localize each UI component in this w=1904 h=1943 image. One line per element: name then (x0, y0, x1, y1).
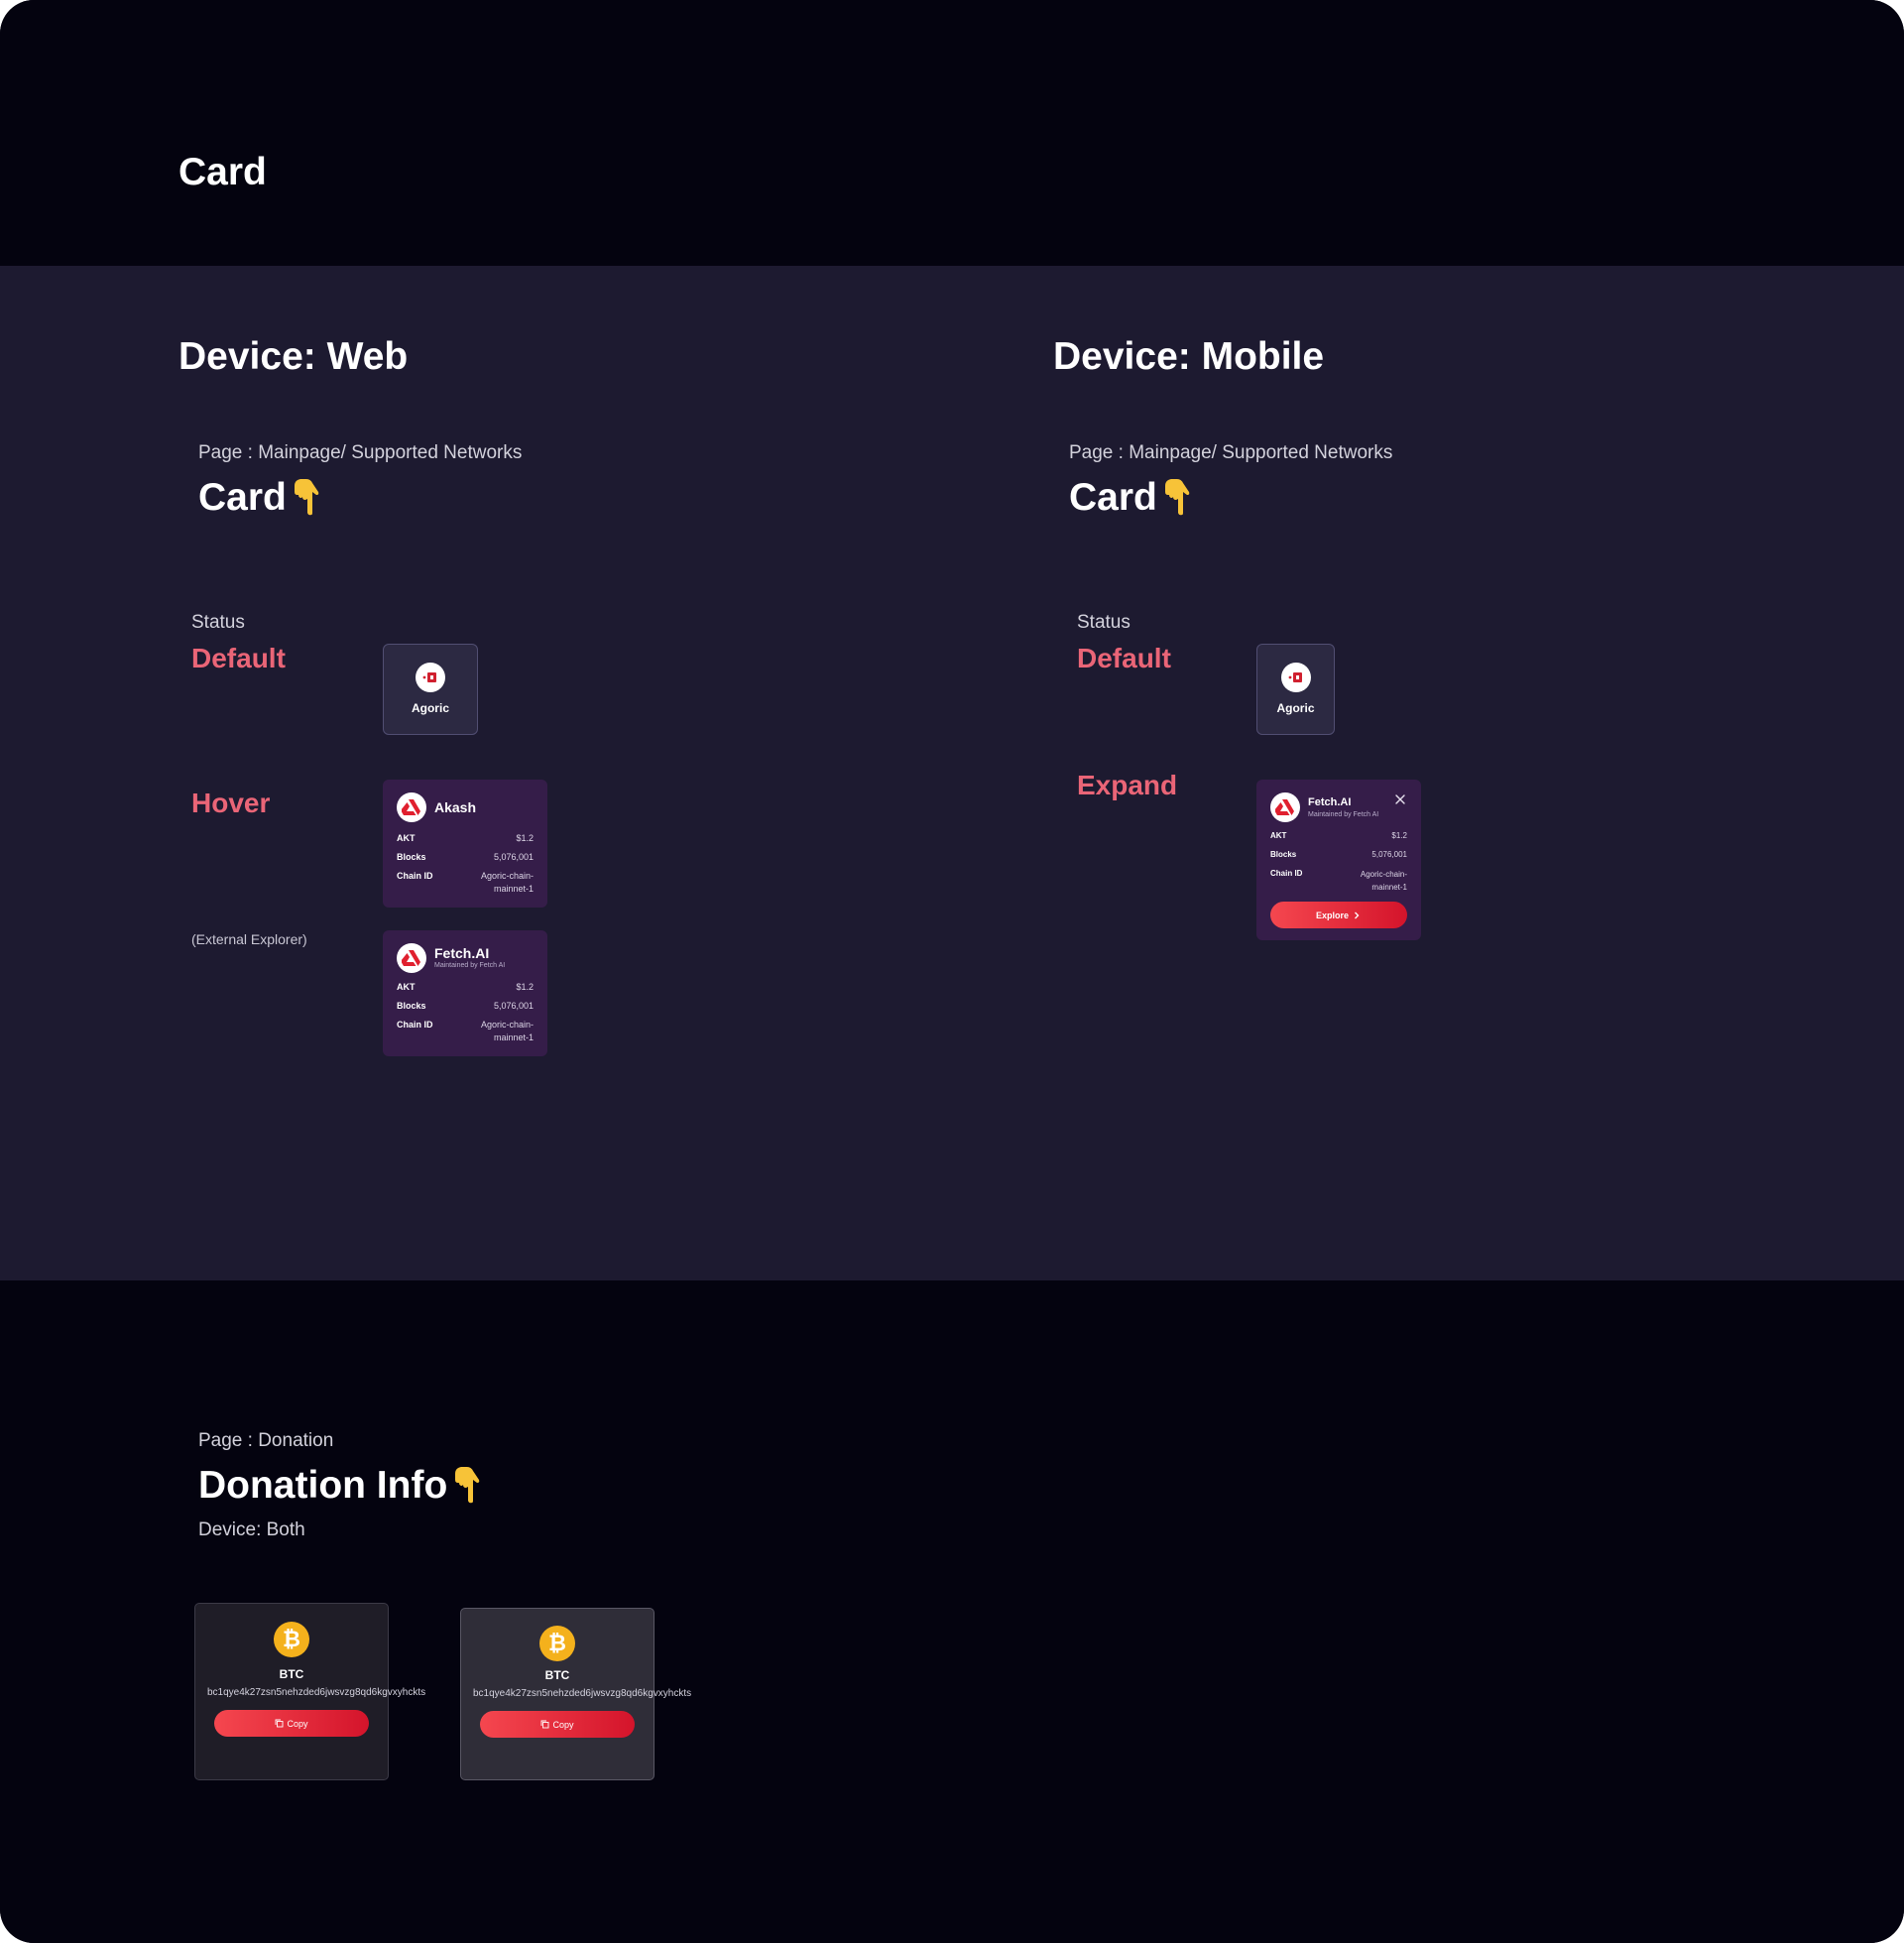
akash-logo-icon (1270, 792, 1300, 822)
copy-button[interactable]: Copy (480, 1711, 635, 1738)
close-icon[interactable] (1393, 792, 1407, 806)
copy-icon (276, 1719, 284, 1728)
design-board: Card Device: Web Page : Mainpage/ Suppor… (0, 0, 1904, 1943)
copy-button-label: Copy (287, 1718, 308, 1729)
explore-button[interactable]: Explore (1270, 902, 1407, 928)
agoric-logo-icon (416, 663, 445, 692)
device-web-title: Device: Web (178, 335, 409, 378)
network-card-fetchai-external[interactable]: Fetch.AI Maintained by Fetch AI AKT $1.2 … (383, 930, 547, 1056)
stat-row-chain-id: Chain ID Agoric-chain-mainnet-1 (397, 1020, 534, 1042)
web-default-label: Default (191, 643, 286, 673)
copy-icon (541, 1720, 549, 1729)
wallet-address: bc1qye4k27zsn5nehzded6jwsvzg8qd6kgvxyhck… (207, 1687, 426, 1698)
network-card-name: Fetch.AI (1308, 796, 1352, 808)
network-card-subtitle: Maintained by Fetch AI (434, 962, 506, 969)
copy-button-label: Copy (552, 1719, 574, 1730)
header-band (0, 0, 1904, 266)
stat-row-blocks: Blocks 5,076,001 (1270, 850, 1407, 859)
stat-row-blocks: Blocks 5,076,001 (397, 1001, 534, 1011)
agoric-logo-icon (1280, 663, 1311, 692)
mobile-expand-label: Expand (1077, 770, 1178, 800)
web-hover-label: Hover (191, 788, 271, 818)
network-card-agoric[interactable]: Agoric (383, 644, 478, 735)
donation-heading: Donation Info (198, 1464, 483, 1508)
pointing-down-hand-icon (455, 1467, 480, 1504)
mobile-page-label: Page : Mainpage/ Supported Networks (1069, 442, 1393, 463)
web-status-label: Status (191, 612, 245, 633)
network-card-fetchai-expanded[interactable]: Fetch.AI Maintained by Fetch AI AKT $1.2 … (1256, 780, 1421, 940)
web-external-label: (External Explorer) (191, 931, 307, 947)
web-page-label: Page : Mainpage/ Supported Networks (198, 442, 523, 463)
mobile-default-label: Default (1077, 643, 1171, 673)
bitcoin-logo-icon: ₿ (274, 1622, 309, 1657)
akash-logo-icon (397, 792, 426, 822)
wallet-address: bc1qye4k27zsn5nehzded6jwsvzg8qd6kgvxyhck… (473, 1688, 692, 1699)
chevron-right-icon (1355, 911, 1360, 918)
network-section (0, 266, 1904, 1280)
donation-card-btc: ₿ BTC bc1qye4k27zsn5nehzded6jwsvzg8qd6kg… (194, 1603, 426, 1780)
donation-device-label: Device: Both (198, 1519, 305, 1540)
akash-logo-icon (397, 943, 426, 973)
network-card-name: Fetch.AI (434, 945, 490, 961)
pointing-down-hand-icon (1164, 479, 1190, 516)
network-card-akash-hover[interactable]: Akash AKT $1.2 Blocks 5,076,001 Chain ID Ag… (383, 780, 547, 908)
stat-row-akt: AKT $1.2 (1270, 831, 1407, 840)
donation-page-label: Page : Donation (198, 1430, 334, 1451)
bitcoin-logo-icon: ₿ (539, 1626, 575, 1661)
network-card-name: Agoric (411, 701, 449, 715)
web-card-heading-text: Card (198, 476, 287, 519)
network-card-name: Akash (434, 799, 477, 815)
stat-row-akt: AKT $1.2 (397, 982, 534, 992)
copy-button[interactable]: Copy (214, 1710, 369, 1737)
network-card-agoric-mobile[interactable]: Agoric (1256, 644, 1335, 735)
mobile-card-heading-text: Card (1069, 476, 1157, 519)
stat-row-chain-id: Chain ID Agoric-chain-mainnet-1 (397, 871, 534, 894)
mobile-card-heading: Card (1069, 476, 1193, 520)
network-card-subtitle: Maintained by Fetch AI (1308, 811, 1379, 818)
network-card-name: Agoric (1276, 701, 1315, 715)
web-card-heading: Card (198, 476, 322, 520)
stat-row-akt: AKT $1.2 (397, 833, 534, 843)
donation-card-btc-hover: ₿ BTC bc1qye4k27zsn5nehzded6jwsvzg8qd6kg… (460, 1608, 692, 1780)
stat-row-chain-id: Chain ID Agoric-chain-mainnet-1 (1270, 869, 1407, 892)
stat-row-blocks: Blocks 5,076,001 (397, 852, 534, 862)
coin-symbol: BTC (279, 1667, 304, 1681)
pointing-down-hand-icon (294, 479, 319, 516)
donation-heading-text: Donation Info (198, 1464, 448, 1507)
mobile-status-label: Status (1077, 612, 1130, 633)
page-title: Card (178, 151, 267, 193)
coin-symbol: BTC (544, 1668, 570, 1682)
device-mobile-title: Device: Mobile (1053, 335, 1325, 378)
explore-button-label: Explore (1315, 910, 1349, 920)
